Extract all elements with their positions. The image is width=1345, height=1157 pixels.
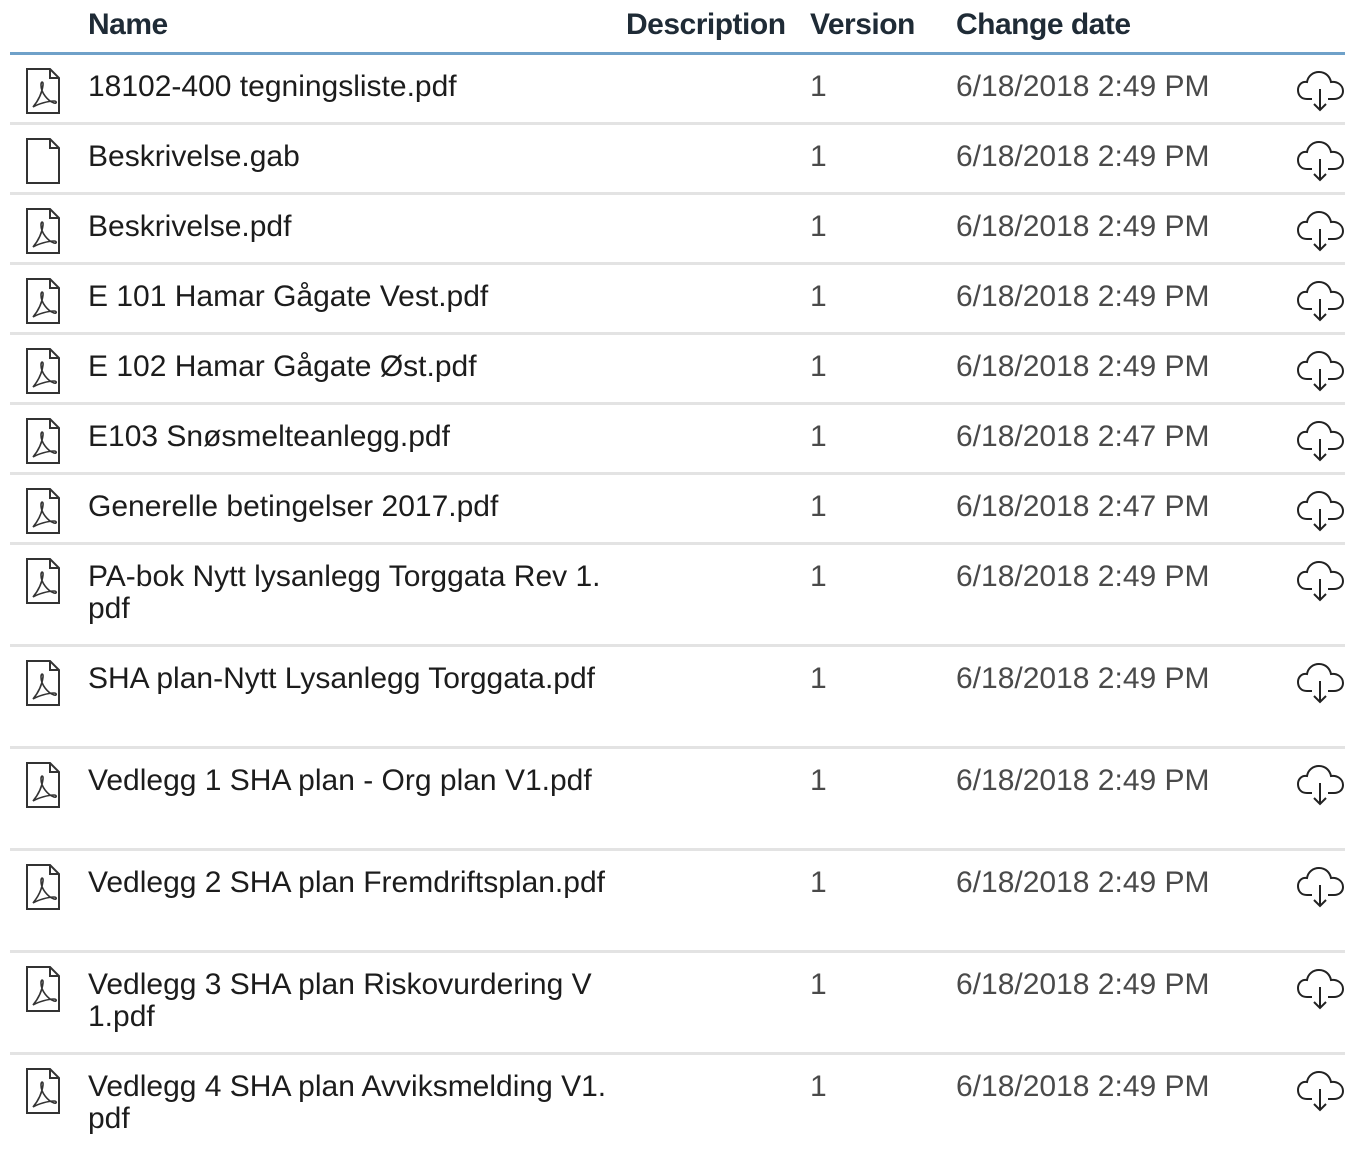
file-change-date: 6/18/2018 2:47 PM bbox=[956, 420, 1210, 453]
file-version: 1 bbox=[810, 764, 827, 797]
cloud-download-icon[interactable] bbox=[1296, 209, 1345, 253]
file-change-date: 6/18/2018 2:49 PM bbox=[956, 1070, 1210, 1103]
cloud-download-icon[interactable] bbox=[1296, 865, 1345, 909]
file-name-link[interactable]: Generelle betingelser 2017.pdf bbox=[88, 491, 608, 523]
pdf-file-icon bbox=[24, 659, 62, 707]
file-name-link[interactable]: E 101 Hamar Gågate Vest.pdf bbox=[88, 281, 608, 313]
pdf-file-icon bbox=[24, 67, 62, 115]
file-change-date: 6/18/2018 2:49 PM bbox=[956, 140, 1210, 173]
generic-file-icon bbox=[24, 137, 62, 185]
cloud-download-icon[interactable] bbox=[1296, 1069, 1345, 1113]
file-version: 1 bbox=[810, 662, 827, 695]
table-header: Name Description Version Change date bbox=[10, 0, 1345, 55]
file-change-date: 6/18/2018 2:49 PM bbox=[956, 866, 1210, 899]
pdf-file-icon bbox=[24, 761, 62, 809]
file-change-date: 6/18/2018 2:49 PM bbox=[956, 350, 1210, 383]
file-change-date: 6/18/2018 2:49 PM bbox=[956, 70, 1210, 103]
table-row[interactable]: 18102-400 tegningsliste.pdf 1 6/18/2018 … bbox=[10, 55, 1345, 125]
table-row[interactable]: PA-bok Nytt lysanlegg Torggata Rev 1.pdf… bbox=[10, 545, 1345, 647]
column-header-change-date[interactable]: Change date bbox=[956, 8, 1131, 42]
table-row[interactable]: Vedlegg 4 SHA plan Avviksmelding V1.pdf … bbox=[10, 1055, 1345, 1157]
file-name-link[interactable]: PA-bok Nytt lysanlegg Torggata Rev 1.pdf bbox=[88, 561, 608, 625]
file-name-link[interactable]: E 102 Hamar Gågate Øst.pdf bbox=[88, 351, 608, 383]
file-change-date: 6/18/2018 2:49 PM bbox=[956, 280, 1210, 313]
file-name-link[interactable]: SHA plan-Nytt Lysanlegg Torggata.pdf bbox=[88, 663, 608, 695]
pdf-file-icon bbox=[24, 207, 62, 255]
cloud-download-icon[interactable] bbox=[1296, 559, 1345, 603]
pdf-file-icon bbox=[24, 347, 62, 395]
file-name-link[interactable]: Beskrivelse.gab bbox=[88, 141, 608, 173]
table-row[interactable]: SHA plan-Nytt Lysanlegg Torggata.pdf 1 6… bbox=[10, 647, 1345, 749]
pdf-file-icon bbox=[24, 965, 62, 1013]
file-version: 1 bbox=[810, 70, 827, 103]
table-row[interactable]: E 101 Hamar Gågate Vest.pdf 1 6/18/2018 … bbox=[10, 265, 1345, 335]
pdf-file-icon bbox=[24, 487, 62, 535]
pdf-file-icon bbox=[24, 863, 62, 911]
file-version: 1 bbox=[810, 560, 827, 593]
table-row[interactable]: E 102 Hamar Gågate Øst.pdf 1 6/18/2018 2… bbox=[10, 335, 1345, 405]
pdf-file-icon bbox=[24, 557, 62, 605]
file-change-date: 6/18/2018 2:49 PM bbox=[956, 662, 1210, 695]
file-change-date: 6/18/2018 2:49 PM bbox=[956, 210, 1210, 243]
file-version: 1 bbox=[810, 490, 827, 523]
pdf-file-icon bbox=[24, 417, 62, 465]
file-version: 1 bbox=[810, 420, 827, 453]
column-header-version[interactable]: Version bbox=[810, 8, 915, 42]
file-name-link[interactable]: 18102-400 tegningsliste.pdf bbox=[88, 71, 608, 103]
cloud-download-icon[interactable] bbox=[1296, 489, 1345, 533]
file-name-link[interactable]: Vedlegg 1 SHA plan - Org plan V1.pdf bbox=[88, 765, 608, 797]
cloud-download-icon[interactable] bbox=[1296, 763, 1345, 807]
file-change-date: 6/18/2018 2:49 PM bbox=[956, 560, 1210, 593]
column-header-name[interactable]: Name bbox=[88, 8, 168, 42]
pdf-file-icon bbox=[24, 1067, 62, 1115]
table-row[interactable]: Beskrivelse.pdf 1 6/18/2018 2:49 PM bbox=[10, 195, 1345, 265]
file-name-link[interactable]: E103 Snøsmelteanlegg.pdf bbox=[88, 421, 608, 453]
file-change-date: 6/18/2018 2:47 PM bbox=[956, 490, 1210, 523]
file-name-link[interactable]: Vedlegg 3 SHA plan Riskovurdering V1.pdf bbox=[88, 969, 608, 1033]
table-row[interactable]: Vedlegg 3 SHA plan Riskovurdering V1.pdf… bbox=[10, 953, 1345, 1055]
file-change-date: 6/18/2018 2:49 PM bbox=[956, 968, 1210, 1001]
file-version: 1 bbox=[810, 210, 827, 243]
table-row[interactable]: Vedlegg 2 SHA plan Fremdriftsplan.pdf 1 … bbox=[10, 851, 1345, 953]
file-name-link[interactable]: Vedlegg 4 SHA plan Avviksmelding V1.pdf bbox=[88, 1071, 608, 1135]
file-name-link[interactable]: Vedlegg 2 SHA plan Fremdriftsplan.pdf bbox=[88, 867, 608, 899]
cloud-download-icon[interactable] bbox=[1296, 419, 1345, 463]
table-row[interactable]: Generelle betingelser 2017.pdf 1 6/18/20… bbox=[10, 475, 1345, 545]
file-version: 1 bbox=[810, 140, 827, 173]
file-version: 1 bbox=[810, 1070, 827, 1103]
pdf-file-icon bbox=[24, 277, 62, 325]
file-version: 1 bbox=[810, 280, 827, 313]
cloud-download-icon[interactable] bbox=[1296, 279, 1345, 323]
file-version: 1 bbox=[810, 968, 827, 1001]
cloud-download-icon[interactable] bbox=[1296, 967, 1345, 1011]
file-change-date: 6/18/2018 2:49 PM bbox=[956, 764, 1210, 797]
cloud-download-icon[interactable] bbox=[1296, 661, 1345, 705]
column-header-description[interactable]: Description bbox=[626, 8, 786, 42]
cloud-download-icon[interactable] bbox=[1296, 349, 1345, 393]
file-table: Name Description Version Change date 181… bbox=[10, 0, 1345, 1157]
table-row[interactable]: Beskrivelse.gab 1 6/18/2018 2:49 PM bbox=[10, 125, 1345, 195]
table-row[interactable]: Vedlegg 1 SHA plan - Org plan V1.pdf 1 6… bbox=[10, 749, 1345, 851]
cloud-download-icon[interactable] bbox=[1296, 69, 1345, 113]
file-version: 1 bbox=[810, 866, 827, 899]
cloud-download-icon[interactable] bbox=[1296, 139, 1345, 183]
file-name-link[interactable]: Beskrivelse.pdf bbox=[88, 211, 608, 243]
table-row[interactable]: E103 Snøsmelteanlegg.pdf 1 6/18/2018 2:4… bbox=[10, 405, 1345, 475]
file-version: 1 bbox=[810, 350, 827, 383]
